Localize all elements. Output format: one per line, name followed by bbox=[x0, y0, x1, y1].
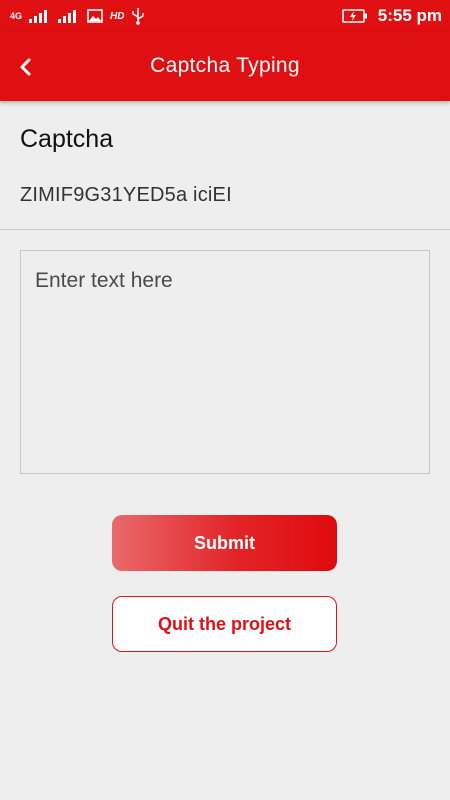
captcha-answer-input[interactable] bbox=[20, 250, 430, 474]
status-bar: 4G HD 5:55 pm bbox=[0, 0, 450, 32]
page-title: Captcha Typing bbox=[150, 54, 300, 77]
status-time: 5:55 pm bbox=[377, 6, 442, 25]
status-icons-left: 4G HD bbox=[10, 5, 145, 27]
divider bbox=[0, 229, 450, 230]
usb-icon bbox=[132, 8, 145, 25]
signal-icon-sim2 bbox=[58, 10, 77, 23]
submit-button[interactable]: Submit bbox=[112, 515, 337, 571]
hd-label: HD bbox=[110, 10, 125, 22]
quit-project-button[interactable]: Quit the project bbox=[112, 596, 337, 652]
battery-charging-icon bbox=[341, 9, 367, 23]
network-type-label: 4G bbox=[10, 10, 23, 21]
captcha-heading: Captcha bbox=[20, 125, 114, 153]
signal-icon bbox=[29, 10, 48, 23]
app-bar: Captcha Typing bbox=[0, 32, 450, 101]
image-icon bbox=[87, 9, 103, 23]
status-icons-right: 5:55 pm bbox=[341, 4, 442, 28]
captcha-text: ZIMIF9G31YED5a iciEI bbox=[20, 184, 232, 206]
